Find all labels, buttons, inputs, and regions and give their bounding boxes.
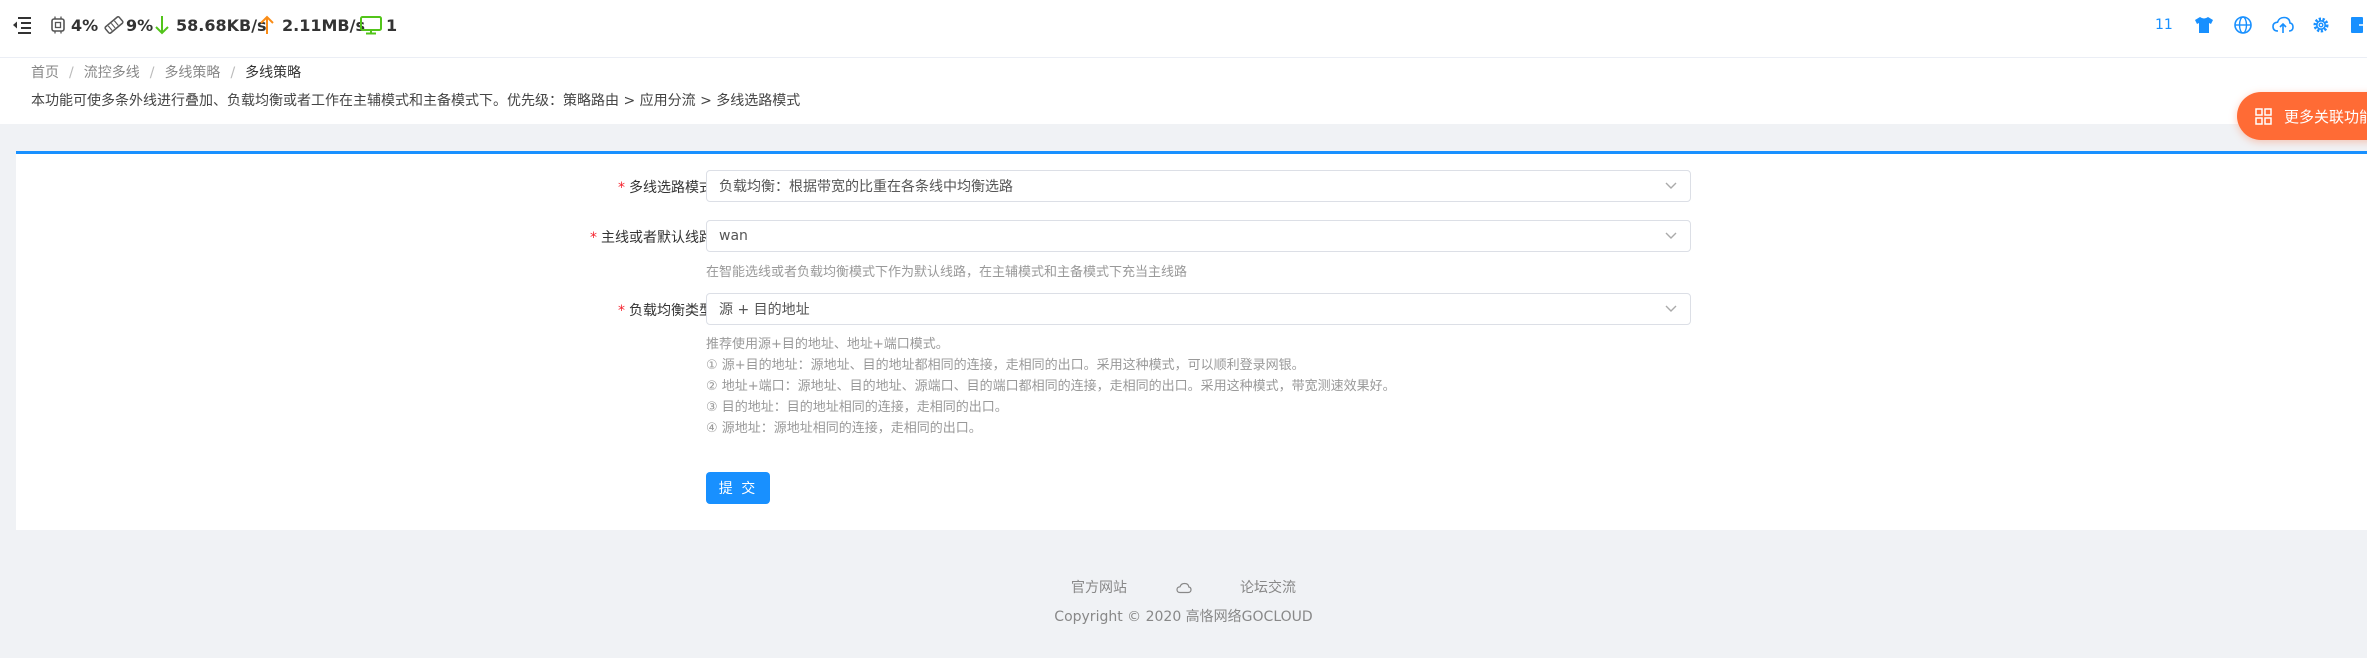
settings-form-panel: * 多线选路模式 负载均衡：根据带宽的比重在各条线中均衡选路 * 主线或者默认线路 … [16,151,2367,530]
help-line: ④ 源地址：源地址相同的连接，走相同的出口。 [706,421,982,436]
default-line-label: * 主线或者默认线路 [590,230,713,246]
breadcrumb-level1[interactable]: 流控多线 [84,65,140,81]
mode-label: * 多线选路模式 [618,180,713,196]
footer-links: 官方网站 论坛交流 [0,577,2367,597]
connected-devices-count: 1 [386,15,398,35]
menu-toggle-icon[interactable] [12,0,32,50]
help-line: ② 地址+端口：源地址、目的地址、源端口、目的端口都相同的连接，走相同的出口。采… [706,379,1396,394]
submit-button[interactable]: 提 交 [706,472,770,504]
language-globe-icon[interactable] [2233,0,2253,50]
breadcrumb: 首页 / 流控多线 / 多线策略 / 多线策略 [31,65,302,81]
cpu-usage: 4% [71,15,99,35]
breadcrumb-home[interactable]: 首页 [31,65,59,81]
mode-select[interactable]: 负载均衡：根据带宽的比重在各条线中均衡选路 [706,170,1691,202]
default-line-select[interactable]: wan [706,220,1691,252]
help-line: ③ 目的地址：目的地址相同的连接，走相同的出口。 [706,400,1008,415]
notification-count[interactable]: 11 [2155,17,2173,33]
chevron-down-icon [1664,303,1678,315]
chevron-down-icon [1664,230,1678,242]
cpu-icon [49,0,67,50]
help-line: 推荐使用源+目的地址、地址+端口模式。 [706,337,949,352]
copyright: Copyright © 2020 高恪网络GOCLOUD [1054,609,1313,625]
cloud-upload-icon[interactable] [2272,0,2294,50]
balance-type-value: 源 + 目的地址 [719,302,810,318]
download-arrow-icon [154,0,170,50]
breadcrumb-current: 多线策略 [245,65,302,81]
download-speed: 58.68KB/s [176,15,267,35]
breadcrumb-level2[interactable]: 多线策略 [164,65,220,81]
official-site-link[interactable]: 官方网站 [1071,580,1127,596]
chevron-down-icon [1664,180,1678,192]
more-related-features-button[interactable]: 更多关联功能 [2237,92,2367,140]
default-line-hint: 在智能选线或者负载均衡模式下作为默认线路，在主辅模式和主备模式下充当主线路 [706,265,1188,280]
theme-shirt-icon[interactable] [2194,0,2214,50]
more-related-features-label: 更多关联功能 [2284,107,2367,126]
grid-apps-icon [2255,107,2272,125]
cloud-icon [1175,582,1192,594]
balance-type-label: * 负载均衡类型 [618,303,713,319]
upload-speed: 2.11MB/s [282,15,365,35]
default-line-value: wan [719,228,748,244]
balance-type-select[interactable]: 源 + 目的地址 [706,293,1691,325]
upload-arrow-icon [259,0,275,50]
help-line: ① 源+目的地址：源地址、目的地址都相同的连接，走相同的出口。采用这种模式，可以… [706,358,1305,373]
forum-link[interactable]: 论坛交流 [1240,580,1296,596]
logout-icon[interactable] [2350,0,2367,50]
top-bar: 4% 9% 58.68KB/s 2.11MB/s 1 11 [0,0,2367,58]
memory-usage: 9% [126,15,154,35]
mode-select-value: 负载均衡：根据带宽的比重在各条线中均衡选路 [719,179,1013,195]
settings-gear-icon[interactable] [2311,0,2331,50]
memory-icon [104,0,124,50]
balance-type-help: 推荐使用源+目的地址、地址+端口模式。 ① 源+目的地址：源地址、目的地址都相同… [706,334,1396,439]
page-description: 本功能可使多条外线进行叠加、负载均衡或者工作在主辅模式和主备模式下。优先级：策略… [31,93,801,109]
monitor-icon [360,0,382,50]
